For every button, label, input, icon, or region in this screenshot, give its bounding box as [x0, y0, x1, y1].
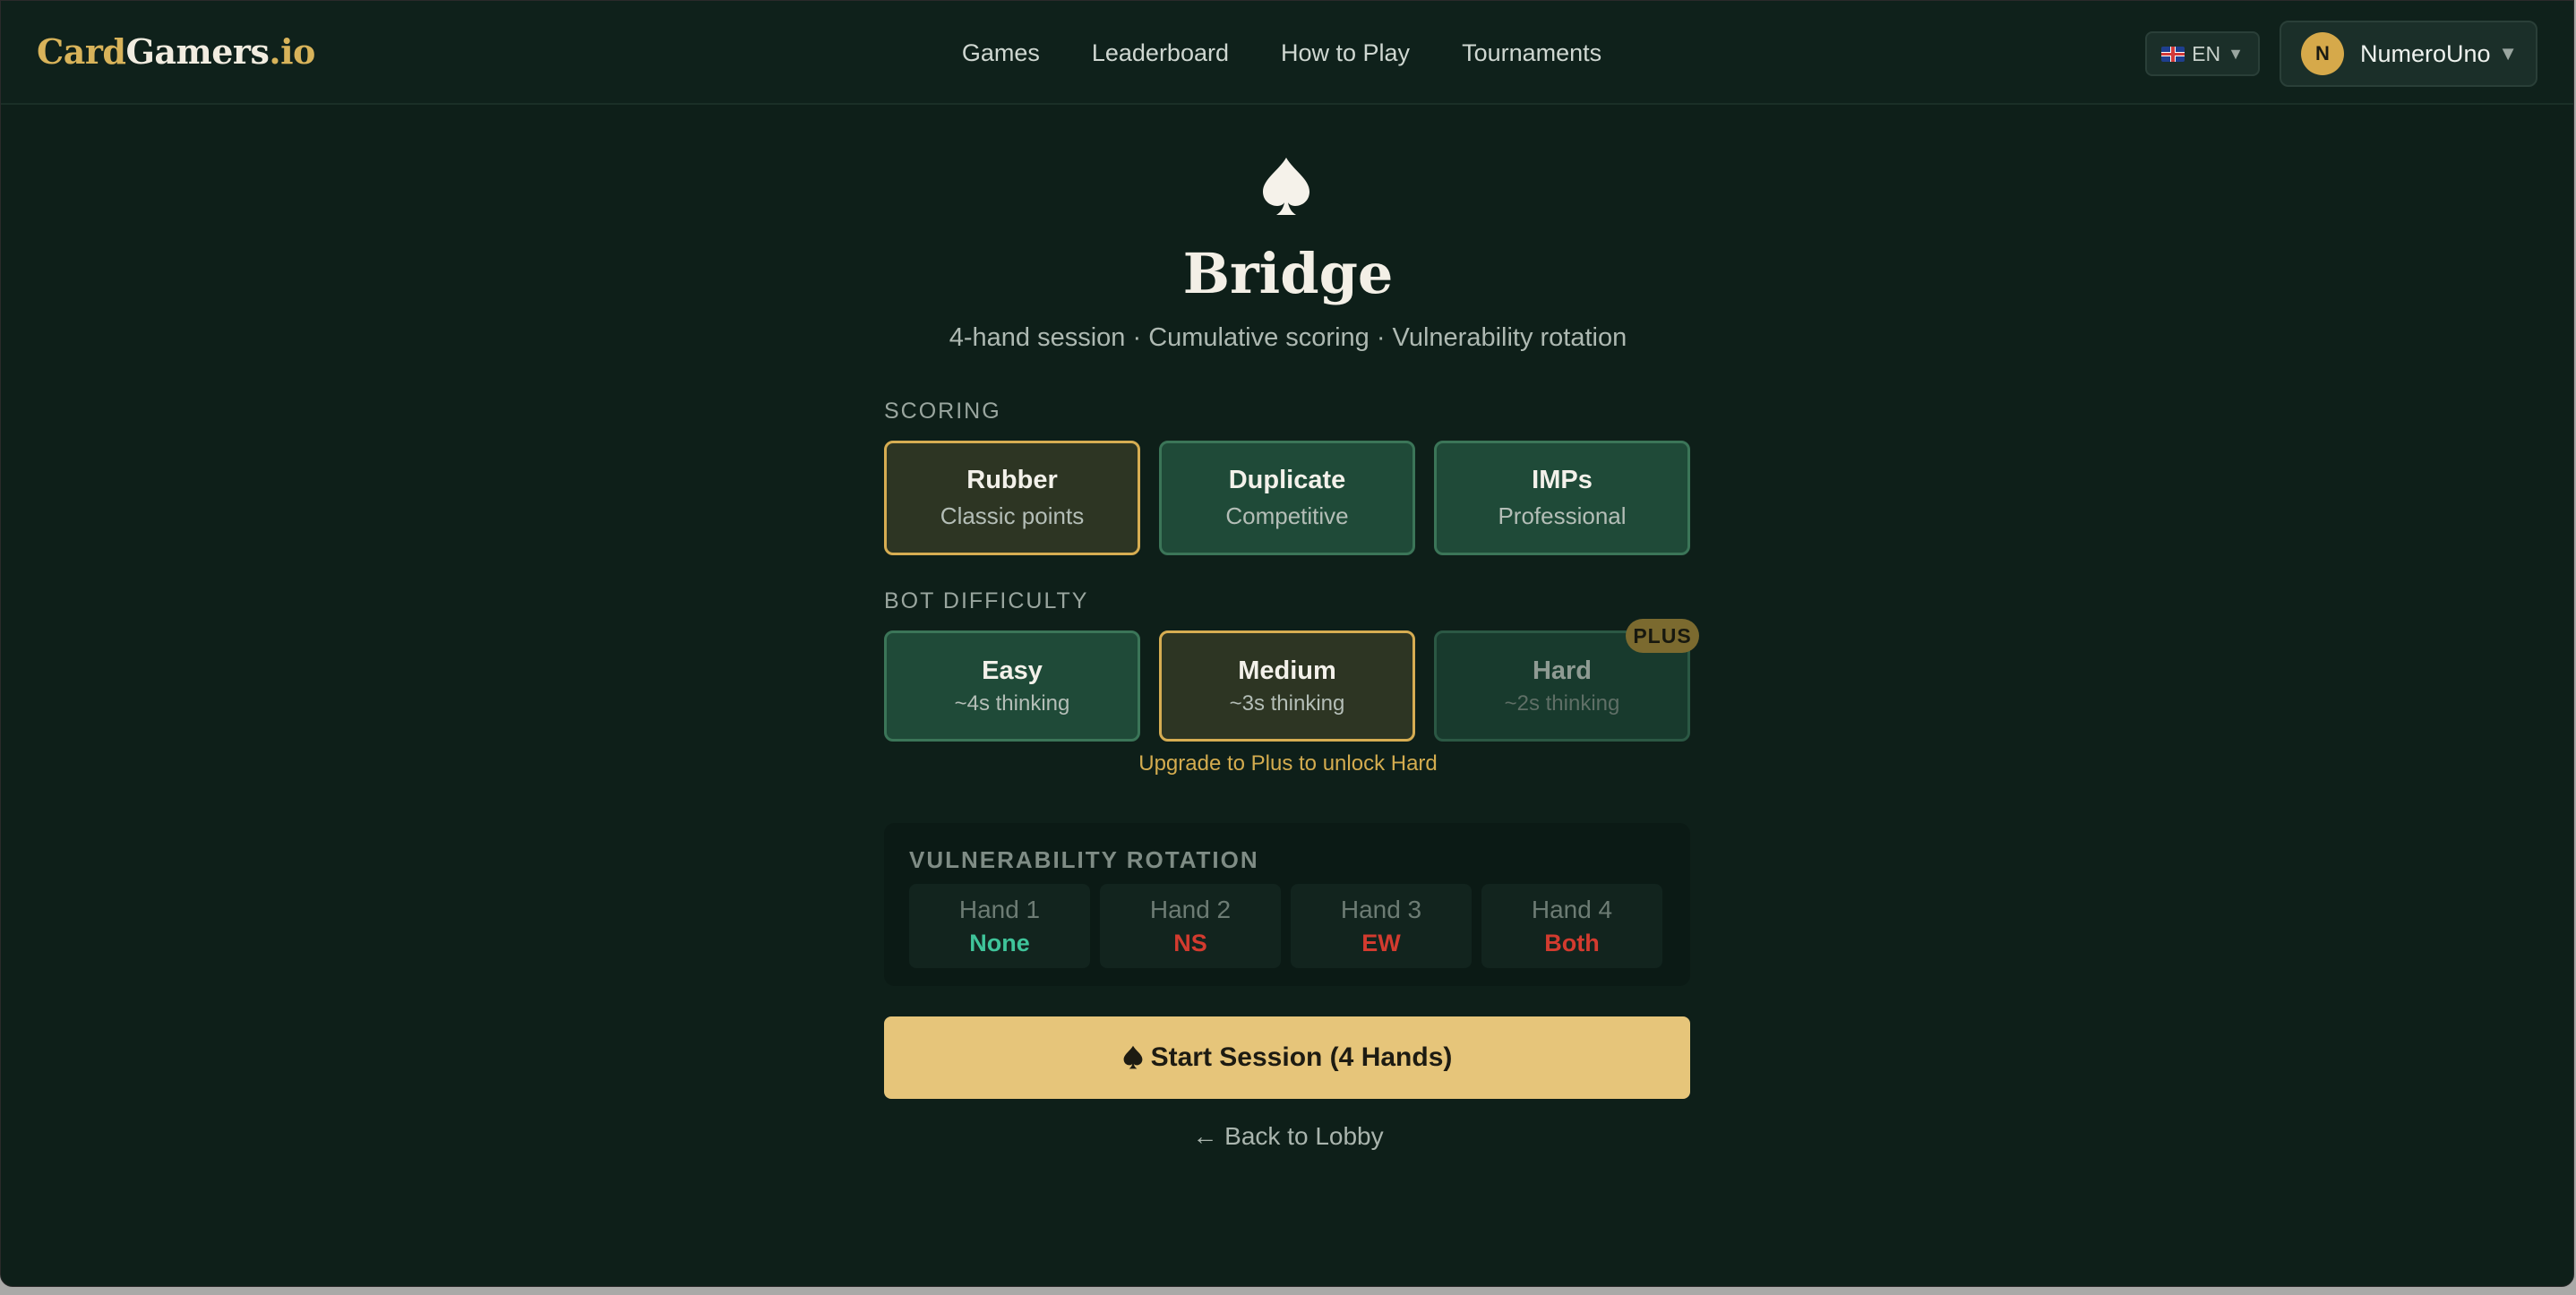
language-selector[interactable]: EN ▼ [2145, 31, 2260, 76]
start-session-label: Start Session (4 Hands) [1150, 1042, 1453, 1072]
back-to-lobby-link[interactable]: ← Back to Lobby [1, 1122, 2573, 1151]
logo-part-gamers: Gamers [125, 31, 270, 72]
hand-card-2: Hand 2 NS [1100, 884, 1281, 968]
plus-badge: PLUS [1626, 619, 1699, 653]
avatar: N [2301, 32, 2344, 75]
option-name: Rubber [966, 466, 1058, 494]
user-menu[interactable]: N NumeroUno ▼ [2280, 21, 2537, 87]
option-name: Hard [1532, 656, 1593, 685]
hand-label: Hand 4 [1531, 895, 1613, 923]
chevron-down-icon: ▼ [2498, 42, 2518, 64]
option-description: ~3s thinking [1229, 690, 1345, 716]
scoring-label: SCORING [884, 399, 1001, 424]
option-name: Duplicate [1228, 466, 1346, 494]
nav-games[interactable]: Games [962, 39, 1040, 67]
option-description: Professional [1498, 502, 1627, 529]
page-title: Bridge [1182, 241, 1394, 306]
scoring-option-duplicate[interactable]: Duplicate Competitive [1159, 441, 1415, 555]
nav-leaderboard[interactable]: Leaderboard [1092, 39, 1229, 67]
vulnerability-value: NS [1173, 929, 1207, 956]
upgrade-link[interactable]: Upgrade to Plus to unlock Hard [1, 751, 2573, 776]
page-subtitle: 4-hand session · Cumulative scoring · Vu… [949, 323, 1627, 352]
vulnerability-value: None [969, 929, 1030, 956]
option-description: Competitive [1225, 502, 1349, 529]
scoring-option-imps[interactable]: IMPs Professional [1434, 441, 1690, 555]
nav-tournaments[interactable]: Tournaments [1462, 39, 1601, 67]
vulnerability-value: Both [1544, 929, 1600, 956]
nav-how-to-play[interactable]: How to Play [1281, 39, 1410, 67]
hand-label: Hand 3 [1340, 895, 1422, 923]
start-session-button[interactable]: Start Session (4 Hands) [884, 1016, 1690, 1099]
language-code: EN [2192, 41, 2221, 65]
uk-flag-icon [2161, 46, 2185, 62]
spade-icon [1122, 1045, 1144, 1070]
app-window: CardGamers.io Games Leaderboard How to P… [0, 0, 2574, 1287]
vulnerability-label: VULNERABILITY ROTATION [909, 846, 1259, 873]
hand-label: Hand 1 [958, 895, 1041, 923]
hand-card-4: Hand 4 Both [1481, 884, 1662, 968]
logo-part-tld: .io [269, 31, 315, 72]
difficulty-option-easy[interactable]: Easy ~4s thinking [884, 630, 1140, 742]
difficulty-option-medium[interactable]: Medium ~3s thinking [1159, 630, 1415, 742]
spade-icon [1243, 144, 1329, 230]
option-name: Easy [982, 656, 1043, 685]
option-name: Medium [1238, 656, 1336, 685]
hand-card-3: Hand 3 EW [1291, 884, 1472, 968]
option-description: ~4s thinking [954, 690, 1070, 716]
logo-part-card: Card [37, 31, 126, 72]
option-description: ~2s thinking [1504, 690, 1620, 716]
vulnerability-value: EW [1361, 929, 1401, 956]
option-name: IMPs [1532, 466, 1593, 494]
top-navbar: CardGamers.io Games Leaderboard How to P… [1, 1, 2573, 105]
hand-label: Hand 2 [1149, 895, 1232, 923]
option-description: Classic points [940, 502, 1085, 529]
site-logo[interactable]: CardGamers.io [37, 31, 315, 72]
hand-card-1: Hand 1 None [909, 884, 1090, 968]
scoring-option-rubber[interactable]: Rubber Classic points [884, 441, 1140, 555]
chevron-down-icon: ▼ [2228, 44, 2244, 63]
vulnerability-panel: VULNERABILITY ROTATION Hand 1 None Hand … [884, 823, 1690, 986]
username: NumeroUno [2360, 39, 2491, 67]
bot-difficulty-label: BOT DIFFICULTY [884, 588, 1089, 613]
